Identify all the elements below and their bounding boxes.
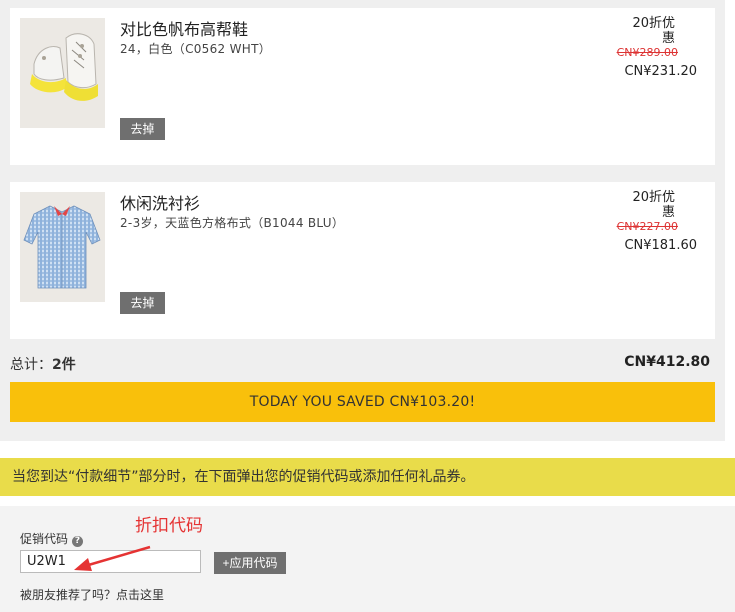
remove-item-button[interactable]: 去掉 [120,118,165,140]
item-price: CN¥181.60 [624,238,697,253]
blue-gingham-shirt-image[interactable] [20,192,105,302]
cart-item: 休闲洗衬衫 2-3岁，天蓝色方格布式（B1044 BLU） 去掉 20折优惠 C… [10,182,715,339]
promo-code-section: 促销代码? +应用代码 被朋友推荐了吗？点击这里 [0,506,735,612]
total-amount: CN¥412.80 [624,354,710,370]
original-price: CN¥289.00 [616,46,678,59]
remove-item-button[interactable]: 去掉 [120,292,165,314]
discount-badge: 20折优惠 [632,16,675,46]
order-total-row: 总计：2件 CN¥412.80 [10,354,715,374]
item-price: CN¥231.20 [624,64,697,79]
item-name[interactable]: 对比色帆布高帮鞋 [120,16,248,40]
promo-code-input[interactable] [20,550,201,573]
original-price: CN¥227.00 [616,220,678,233]
total-count: 2件 [52,357,76,373]
item-variant: 24，白色（C0562 WHT） [120,42,272,56]
total-label: 总计：2件 [10,354,76,374]
savings-banner: TODAY YOU SAVED CN¥103.20! [10,382,715,422]
annotation-label: 折扣代码 [135,516,203,536]
discount-badge: 20折优惠 [632,190,675,220]
referral-link[interactable]: 被朋友推荐了吗？点击这里 [20,586,164,603]
help-icon[interactable]: ? [72,536,84,547]
item-name[interactable]: 休闲洗衬衫 [120,190,200,214]
cart-item: 对比色帆布高帮鞋 24，白色（C0562 WHT） 去掉 20折优惠 CN¥28… [10,8,715,165]
promo-code-label: 促销代码? [20,530,84,547]
promo-notice-banner: 当您到达“付款细节”部分时，在下面弹出您的促销代码或添加任何礼品券。 [0,458,735,496]
apply-code-button[interactable]: +应用代码 [214,552,286,574]
scrollbar-gutter [725,0,735,441]
high-top-sneaker-image[interactable] [20,18,105,128]
total-label-text: 总计： [10,357,52,373]
item-variant: 2-3岁，天蓝色方格布式（B1044 BLU） [120,216,345,230]
promo-code-label-text: 促销代码 [20,532,69,546]
